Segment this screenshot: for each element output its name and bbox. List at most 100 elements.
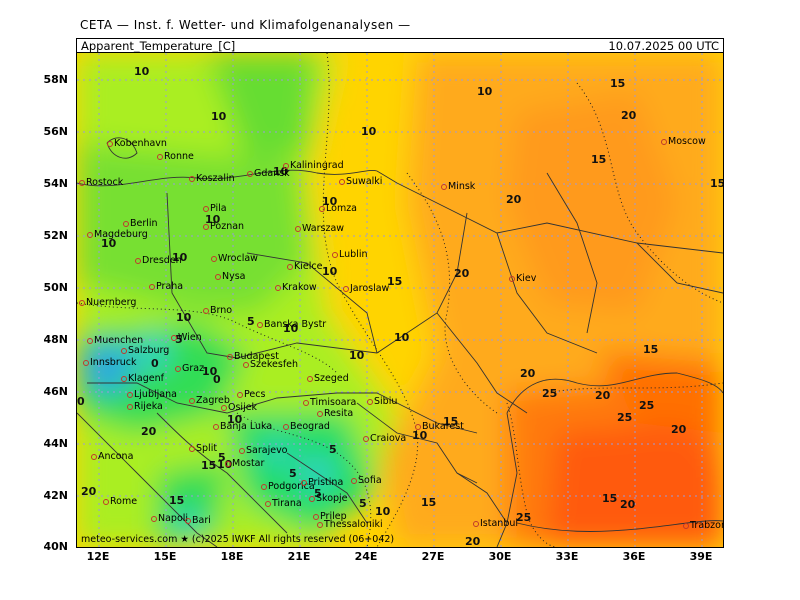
city-label: Bari (185, 515, 211, 526)
lat-label: 50N (43, 281, 68, 294)
city-label: Beograd (283, 421, 330, 432)
city-label: Banska Bystr (257, 319, 326, 330)
city-label: Ancona (91, 451, 133, 462)
lon-label: 30E (488, 550, 512, 563)
city-label: Istanbul (473, 518, 518, 529)
city-label: Nysa (215, 271, 246, 282)
city-label: Sibiu (367, 396, 397, 407)
lon-label: 36E (622, 550, 646, 563)
city-marker-icon (309, 495, 315, 502)
isoline-label: 25 (542, 387, 558, 400)
city-label: Craiova (363, 433, 406, 444)
city-marker-icon (339, 178, 345, 185)
city-marker-icon (189, 175, 195, 182)
isoline-label: 5 (289, 467, 297, 480)
city-label: Resita (317, 408, 353, 419)
lat-label: 44N (43, 437, 68, 450)
city-label: Rostock (79, 177, 123, 188)
city-label: Berlin (123, 218, 158, 229)
isoline-label: 20 (506, 193, 522, 206)
isoline-label: 20 (520, 367, 536, 380)
city-marker-icon (151, 515, 157, 522)
lon-label: 18E (220, 550, 244, 563)
city-marker-icon (79, 299, 85, 306)
city-marker-icon (287, 263, 293, 270)
lat-label: 42N (43, 489, 68, 502)
lon-label: 15E (153, 550, 177, 563)
city-marker-icon (295, 225, 301, 232)
isoline-label: 0 (213, 373, 221, 386)
city-marker-icon (103, 498, 109, 505)
city-marker-icon (283, 423, 289, 430)
city-label: Lublin (332, 249, 367, 260)
city-marker-icon (367, 398, 373, 405)
city-marker-icon (332, 251, 338, 258)
isoline-label: 10 (322, 265, 338, 278)
city-marker-icon (257, 321, 263, 328)
city-label: Magdeburg (87, 229, 148, 240)
city-label: Bukarest (415, 421, 464, 432)
city-marker-icon (301, 479, 307, 486)
city-marker-icon (127, 403, 133, 410)
city-marker-icon (149, 283, 155, 290)
city-marker-icon (185, 517, 191, 524)
city-label: Poznan (203, 221, 244, 232)
city-marker-icon (363, 435, 369, 442)
city-label: Napoli (151, 513, 188, 524)
city-marker-icon (189, 397, 195, 404)
source-header: CETA — Inst. f. Wetter- und Klimafolgena… (80, 18, 411, 32)
lon-label: 39E (689, 550, 713, 563)
city-marker-icon (213, 423, 219, 430)
city-marker-icon (307, 375, 313, 382)
city-label: Moscow (661, 136, 706, 147)
city-label: Mostar (225, 458, 264, 469)
isoline-label: 25 (639, 399, 655, 412)
city-label: Graz (175, 363, 204, 374)
weather-map: 10 10 10 10 10 10 10 10 10 10 10 10 10 1… (76, 52, 724, 548)
lat-label: 52N (43, 229, 68, 242)
city-marker-icon (509, 275, 515, 282)
city-label: Trabzon (683, 520, 723, 531)
city-marker-icon (83, 359, 89, 366)
city-marker-icon (237, 391, 243, 398)
city-label: Tirana (265, 498, 302, 509)
isoline-label: 20 (621, 109, 637, 122)
lon-label: 33E (555, 550, 579, 563)
city-marker-icon (303, 399, 309, 406)
city-marker-icon (319, 205, 325, 212)
city-marker-icon (239, 447, 245, 454)
isoline-label: 20 (454, 267, 470, 280)
isoline-label: 10 (394, 331, 410, 344)
city-marker-icon (473, 520, 479, 527)
city-label: Rijeka (127, 401, 163, 412)
isoline-label: 25 (516, 511, 532, 524)
city-marker-icon (227, 353, 233, 360)
isoline-label: 20 (81, 485, 97, 498)
city-label: Thessaloniki (317, 519, 383, 530)
city-marker-icon (171, 334, 177, 341)
city-label: Pristina (301, 477, 343, 488)
city-marker-icon (317, 521, 323, 528)
city-label: Suwalki (339, 176, 382, 187)
city-marker-icon (211, 255, 217, 262)
lat-label: 48N (43, 333, 68, 346)
city-marker-icon (107, 140, 113, 147)
city-marker-icon (215, 273, 221, 280)
city-marker-icon (91, 453, 97, 460)
city-label: Wroclaw (211, 253, 258, 264)
city-label: Banja Luka (213, 421, 272, 432)
isoline-label: 5 (329, 443, 337, 456)
city-label: Ronne (157, 151, 194, 162)
isoline-label: 0 (151, 357, 159, 370)
city-marker-icon (121, 375, 127, 382)
city-label: Koszalin (189, 173, 235, 184)
city-label: Jaroslaw (343, 283, 389, 294)
isoline-label: 10 (349, 349, 365, 362)
isoline-label: 15 (421, 496, 437, 509)
lon-label: 12E (86, 550, 110, 563)
lat-label: 56N (43, 125, 68, 138)
isoline-label: 25 (617, 411, 633, 424)
city-marker-icon (203, 307, 209, 314)
city-marker-icon (247, 170, 253, 177)
lon-label: 24E (354, 550, 378, 563)
